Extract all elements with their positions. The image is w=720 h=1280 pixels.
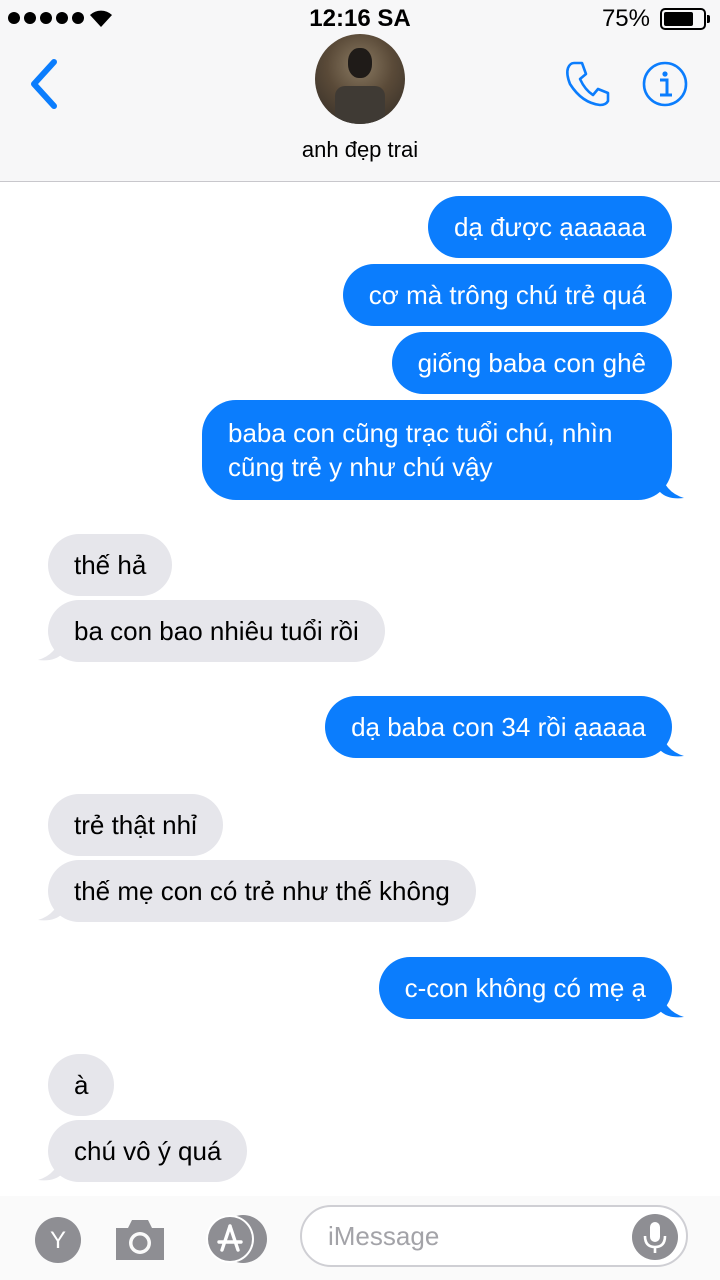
compose-bar: Y iMessage [0, 1196, 720, 1280]
imessage-input[interactable]: iMessage [300, 1205, 688, 1267]
message-bubble-incoming[interactable]: trẻ thật nhỉ [48, 794, 223, 856]
message-bubble-outgoing[interactable]: cơ mà trông chú trẻ quá [342, 264, 672, 326]
app-store-button[interactable] [204, 1214, 270, 1264]
bubble-tail-outgoing [660, 728, 684, 757]
message-bubble-outgoing[interactable]: c-con không có mẹ ạ [378, 957, 672, 1019]
message-bubble-outgoing[interactable]: dạ được ạaaaaa [427, 196, 672, 258]
battery-icon [660, 8, 710, 30]
camera-button[interactable] [112, 1216, 168, 1266]
message-bubble-outgoing[interactable]: baba con cũng trạc tuổi chú, nhìn cũng t… [202, 400, 672, 500]
bubble-tail-outgoing [660, 989, 684, 1018]
contact-name[interactable]: anh đẹp trai [0, 137, 720, 163]
bubble-tail-incoming [38, 892, 62, 921]
imessage-placeholder: iMessage [328, 1221, 440, 1251]
chevron-left-icon [31, 59, 57, 109]
info-icon [642, 61, 688, 107]
message-bubble-outgoing[interactable]: dạ baba con 34 rồi ạaaaa [325, 696, 672, 758]
microphone-button[interactable] [632, 1214, 678, 1260]
message-bubble-incoming[interactable]: thế hả [48, 534, 173, 596]
bubble-tail-incoming [38, 632, 62, 661]
message-bubble-incoming[interactable]: ba con bao nhiêu tuổi rồi [48, 600, 385, 662]
bubble-tail-incoming [38, 1152, 62, 1181]
call-button[interactable] [562, 58, 612, 108]
bubble-tail-outgoing [660, 470, 684, 499]
details-button[interactable] [641, 60, 689, 108]
camera-icon [116, 1220, 164, 1260]
back-button[interactable] [24, 56, 64, 112]
message-bubble-incoming[interactable]: thế mẹ con có trẻ như thế không [48, 860, 476, 922]
apps-letter: Y [50, 1227, 66, 1254]
microphone-icon [643, 1222, 667, 1253]
conversation-header: 12:16 SA 75% anh đẹp trai [0, 0, 720, 182]
message-bubble-incoming[interactable]: chú vô ý quá [48, 1120, 248, 1182]
contact-avatar[interactable] [315, 34, 405, 124]
messages-screen: 12:16 SA 75% anh đẹp trai dạ được ạaaaaa… [0, 0, 720, 1280]
battery-percent: 75% [601, 5, 650, 32]
apps-icon: Y [35, 1217, 81, 1263]
message-bubble-incoming[interactable]: à [48, 1054, 115, 1116]
apps-button[interactable]: Y [34, 1216, 84, 1266]
message-bubble-outgoing[interactable]: giống baba con ghê [391, 332, 672, 394]
app-store-icon [206, 1215, 267, 1263]
phone-icon [566, 61, 610, 107]
